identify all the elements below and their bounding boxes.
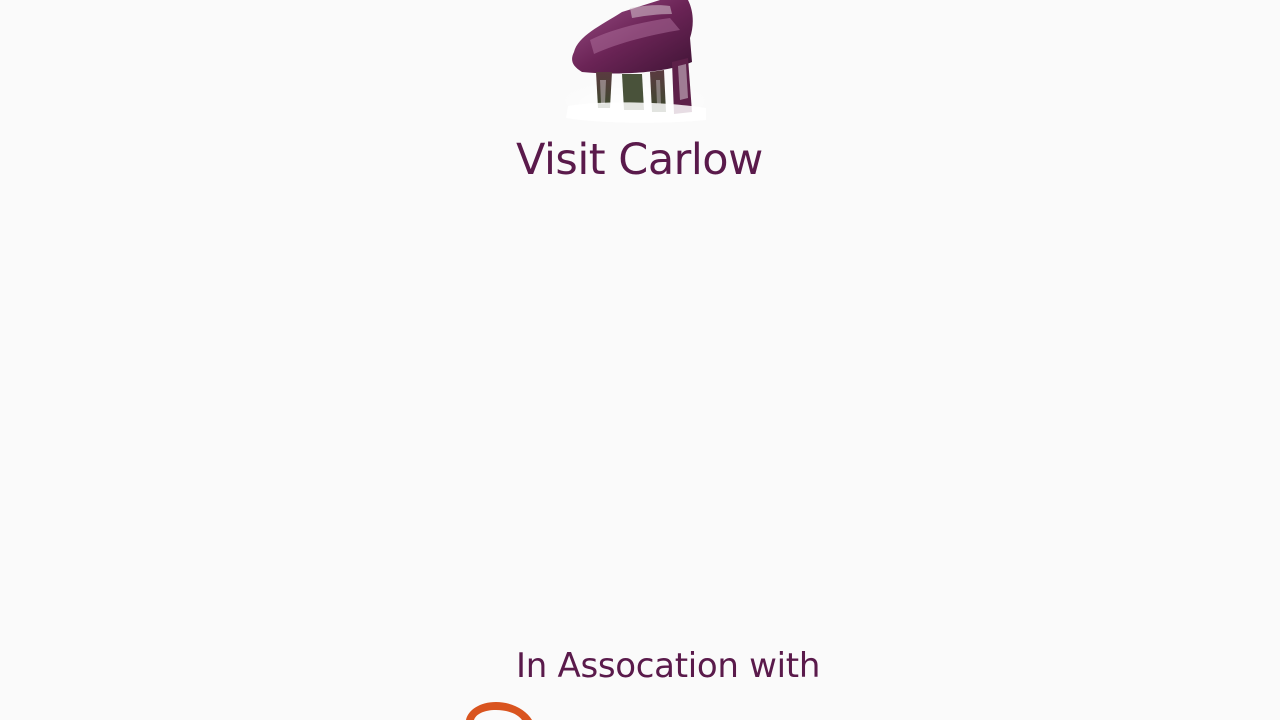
app-title: Visit Carlow (516, 135, 763, 185)
association-text: In Assocation with (516, 646, 821, 686)
dolmen-logo-icon (565, 0, 706, 123)
partner-logo-icon (466, 702, 532, 720)
splash-screen: Visit Carlow In Assocation with (0, 0, 1280, 720)
